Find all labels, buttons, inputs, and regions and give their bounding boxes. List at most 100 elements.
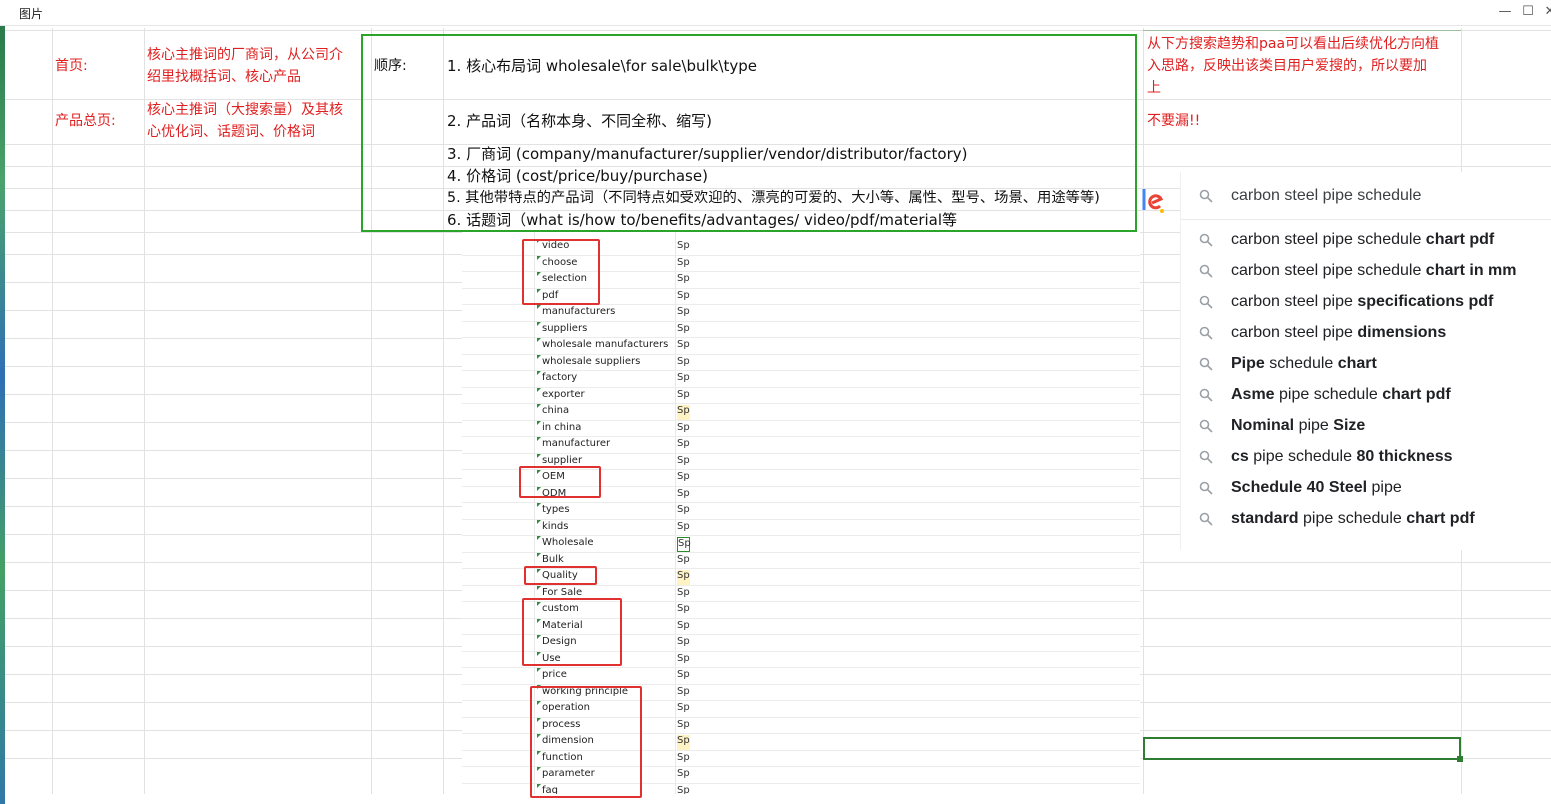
keyword-marker-cell: Sp	[677, 504, 690, 515]
comment-marker-icon	[537, 305, 541, 309]
keyword-row[interactable]: Wholesale Sp	[462, 536, 1140, 553]
keyword-row[interactable]: in china Sp	[462, 420, 1140, 437]
keyword-marker-cell: Sp	[677, 355, 690, 367]
keyword-text: factory	[542, 372, 578, 383]
search-suggestion-item[interactable]: Schedule 40 Steel pipe	[1181, 473, 1551, 504]
keyword-marker-cell: Sp	[677, 339, 690, 350]
comment-marker-icon	[537, 668, 541, 672]
search-icon	[1199, 189, 1213, 203]
keyword-row[interactable]: types Sp	[462, 503, 1140, 520]
homepage-desc-line1[interactable]: 核心主推词的厂商词，从公司介	[147, 45, 343, 66]
keyword-marker-cell: Sp	[677, 636, 690, 647]
keyword-row[interactable]: suppliers Sp	[462, 321, 1140, 338]
keyword-row[interactable]: manufacturer Sp	[462, 437, 1140, 454]
homepage-label[interactable]: 首页:	[55, 56, 88, 77]
keyword-marker-cell: Sp	[677, 718, 690, 730]
selected-cell[interactable]	[1143, 737, 1461, 760]
search-icon	[1199, 357, 1213, 371]
search-suggestion-item[interactable]: carbon steel pipe schedule chart in mm	[1181, 256, 1551, 287]
homepage-desc-line2[interactable]: 绍里找概括词、核心产品	[147, 67, 301, 88]
comment-marker-icon	[537, 354, 541, 359]
keyword-marker-cell: Sp	[677, 471, 690, 482]
search-icon	[1199, 419, 1213, 433]
suggestion-bold-part: chart pdf	[1425, 231, 1495, 248]
keyword-marker-cell: Sp	[677, 652, 690, 664]
search-suggestion-text: Schedule 40 Steel pipe	[1231, 479, 1402, 497]
highlight-box-attributes	[522, 598, 622, 666]
cell-top-border	[1143, 30, 1461, 31]
search-suggestion-item[interactable]: cs pipe schedule 80 thickness	[1181, 442, 1551, 473]
note-line3[interactable]: 上	[1147, 78, 1161, 99]
keyword-text: Bulk	[542, 553, 564, 565]
search-suggestion-item[interactable]: carbon steel pipe schedule chart pdf	[1181, 225, 1551, 256]
suggestion-bold-part: Nominal	[1231, 417, 1295, 434]
search-icon	[1199, 512, 1213, 526]
keyword-marker-cell: Sp	[677, 306, 690, 317]
keyword-marker-cell: Sp	[677, 421, 690, 433]
search-suggestion-item[interactable]: carbon steel pipe specifications pdf	[1181, 287, 1551, 318]
note-line2[interactable]: 入思路，反映出该类目用户爱搜的，所以要加	[1147, 56, 1427, 77]
search-icon	[1199, 326, 1213, 340]
product-desc-line2[interactable]: 心优化词、话题词、价格词	[147, 122, 315, 143]
keyword-marker-cell: Sp	[677, 702, 690, 713]
suggestion-bold-part: chart pdf	[1406, 510, 1475, 527]
suggestion-bold-part: chart in mm	[1425, 262, 1517, 279]
highlight-box-quality	[524, 566, 597, 585]
suggestion-bold-part: specifications pdf	[1357, 293, 1494, 310]
close-button[interactable]: ✕	[1527, 0, 1551, 22]
note-line1[interactable]: 从下方搜索趋势和paa可以看出后续优化方向植	[1147, 34, 1439, 55]
keyword-row[interactable]: manufacturers Sp	[462, 305, 1140, 322]
keyword-text: supplier	[542, 454, 583, 466]
note-line4[interactable]: 不要漏!!	[1147, 111, 1200, 132]
keyword-row[interactable]: wholesale suppliers Sp	[462, 354, 1140, 371]
suggestion-bold-part: Schedule 40 Steel	[1231, 479, 1368, 496]
keyword-marker-cell: Sp	[677, 256, 690, 268]
keyword-marker-cell: Sp	[677, 487, 690, 499]
suggestion-plain-part: carbon steel pipe	[1231, 324, 1358, 341]
keyword-marker-cell: Sp	[677, 322, 690, 334]
search-suggestion-item[interactable]: standard pipe schedule chart pdf	[1181, 504, 1551, 535]
comment-marker-icon	[537, 552, 541, 557]
keyword-row[interactable]: wholesale manufacturers Sp	[462, 338, 1140, 355]
comment-marker-icon	[537, 404, 541, 408]
suggestion-plain-part: carbon steel pipe schedule	[1231, 231, 1426, 248]
product-desc-line1[interactable]: 核心主推词（大搜索量）及其核	[147, 100, 343, 121]
suggestion-plain-part: pipe schedule	[1248, 448, 1357, 465]
keyword-marker-cell: Sp	[677, 405, 690, 420]
search-suggestion-text: carbon steel pipe schedule chart in mm	[1231, 262, 1516, 280]
search-logo-fragment-icon	[1142, 189, 1164, 213]
comment-marker-icon	[537, 387, 541, 392]
keyword-row[interactable]: kinds Sp	[462, 519, 1140, 536]
search-input[interactable]: carbon steel pipe schedule	[1231, 187, 1421, 205]
keyword-marker-cell: Sp	[677, 669, 690, 680]
search-suggestion-text: standard pipe schedule chart pdf	[1231, 510, 1475, 528]
keyword-marker-cell: Sp	[677, 388, 690, 400]
search-icon	[1199, 233, 1213, 247]
search-suggestion-item[interactable]: Pipe schedule chart	[1181, 349, 1551, 380]
window-title: 图片	[19, 7, 44, 21]
product-page-label[interactable]: 产品总页:	[55, 111, 116, 132]
keyword-marker-cell: Sp	[677, 273, 690, 284]
keyword-marker-cell: Sp	[677, 751, 690, 763]
search-suggestion-text: cs pipe schedule 80 thickness	[1231, 448, 1453, 466]
search-suggestion-text: Pipe schedule chart	[1231, 355, 1377, 373]
search-suggestion-item[interactable]: Asme pipe schedule chart pdf	[1181, 380, 1551, 411]
search-box[interactable]: carbon steel pipe schedule	[1181, 172, 1551, 220]
suggestion-bold-part: chart pdf	[1382, 386, 1451, 403]
highlight-box-topic-words	[522, 239, 600, 305]
order-highlight-box	[361, 34, 1137, 232]
keyword-text: suppliers	[542, 322, 588, 334]
keyword-row[interactable]: china Sp	[462, 404, 1140, 421]
suggestion-plain-part: carbon steel pipe schedule	[1231, 262, 1426, 279]
search-icon	[1199, 295, 1213, 309]
keyword-marker-cell: Sp	[677, 735, 690, 750]
suggestion-plain-part: pipe	[1367, 479, 1402, 496]
keyword-row[interactable]: exporter Sp	[462, 387, 1140, 404]
keyword-text: Wholesale	[542, 537, 594, 548]
fill-handle[interactable]	[1457, 756, 1463, 762]
search-suggestion-item[interactable]: Nominal pipe Size	[1181, 411, 1551, 442]
keyword-row[interactable]: factory Sp	[462, 371, 1140, 388]
keyword-text: wholesale manufacturers	[542, 339, 669, 350]
keyword-row[interactable]: price Sp	[462, 668, 1140, 685]
search-suggestion-item[interactable]: carbon steel pipe dimensions	[1181, 318, 1551, 349]
